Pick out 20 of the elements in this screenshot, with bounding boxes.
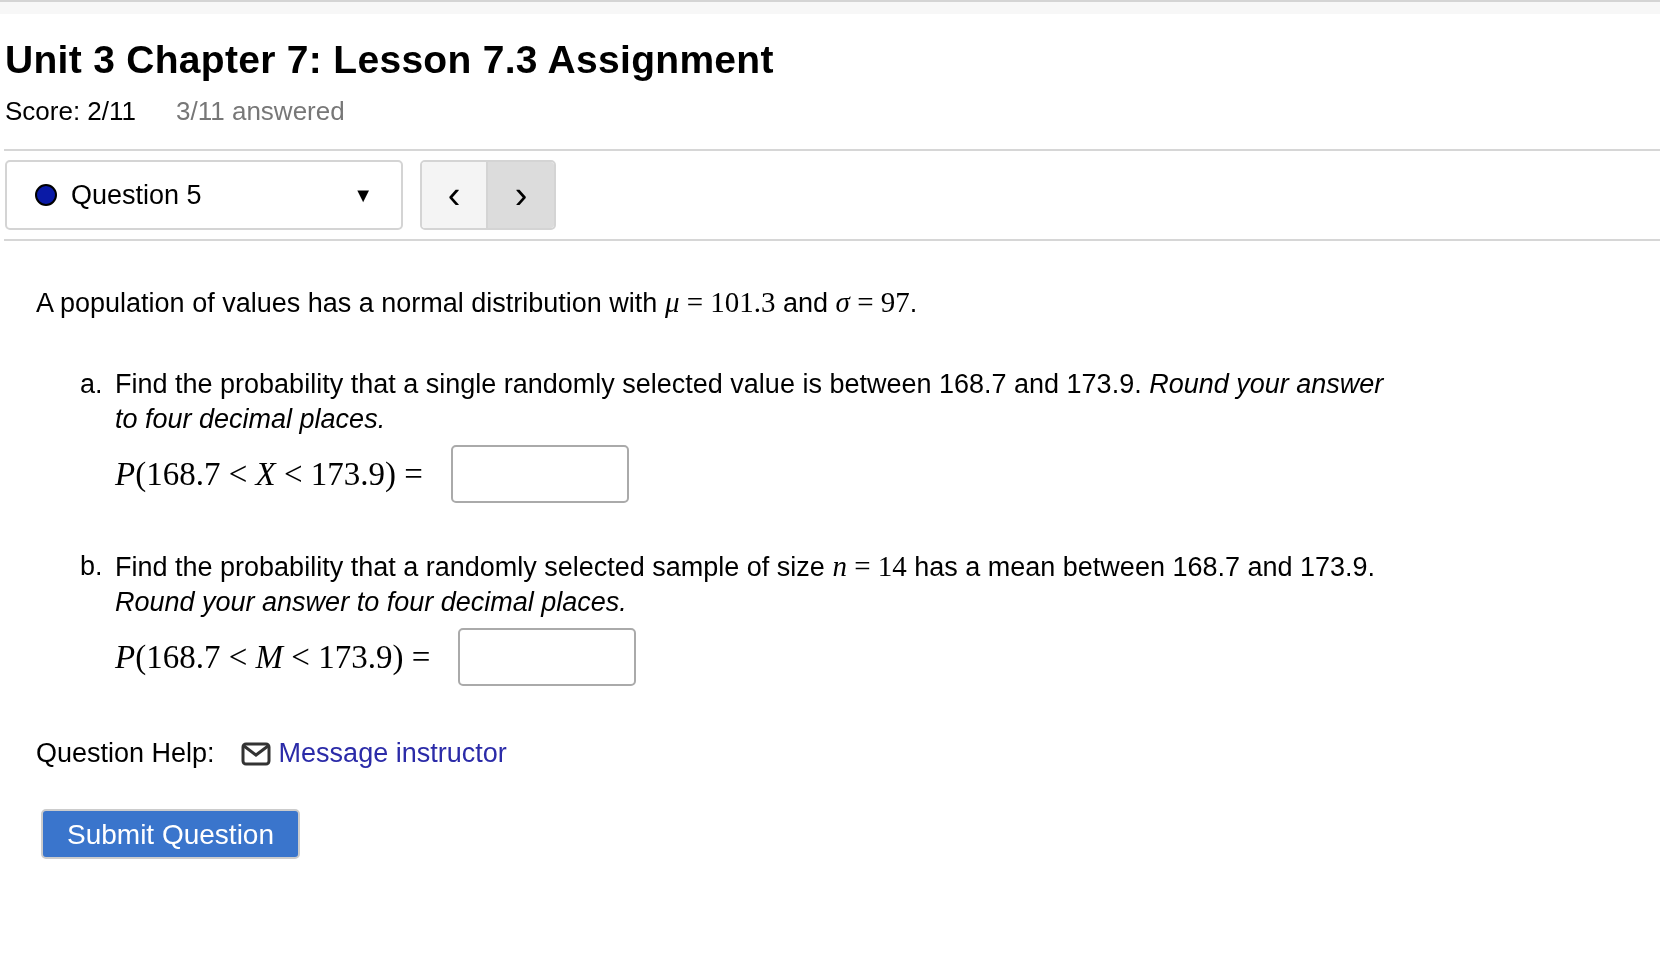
message-instructor-link[interactable]: Message instructor <box>278 736 507 771</box>
help-label: Question Help: <box>36 737 215 770</box>
question-dropdown[interactable]: Question 5 ▼ <box>5 160 403 230</box>
question-statement: A population of values has a normal distribution with μ = 101.3 and σ = 97. <box>36 285 919 320</box>
part-marker: b. <box>80 550 104 583</box>
caret-icon: ▼ <box>353 180 373 210</box>
previous-button[interactable]: ‹ <box>422 162 488 228</box>
page-title: Unit 3 Chapter 7: Lesson 7.3 Assignment <box>5 37 775 83</box>
next-button[interactable]: › <box>488 162 554 228</box>
part-instruction: Find the probability that a single randomly selected value is between 168.7 and 173.9. Round your answer to four decimal places. <box>115 368 1385 436</box>
part-marker: a. <box>80 368 104 401</box>
answer-field[interactable] <box>458 628 637 686</box>
answer-field[interactable] <box>450 445 629 503</box>
answered-count: 3/11 answered <box>176 95 345 128</box>
part-instruction: Find the probability that a randomly selected sample of size n = 14 has a mean between 168.7 and 173.9. Round your answer to four decimal places. <box>115 549 1377 619</box>
score-text: Score: 2/11 <box>5 95 137 128</box>
equation-text: P(168.7 < M < 173.9) = <box>115 639 431 675</box>
equation-text: P(168.7 < X < 173.9) = <box>115 456 423 492</box>
mail-icon <box>240 741 271 766</box>
submit-button[interactable]: Submit Question <box>41 809 300 859</box>
